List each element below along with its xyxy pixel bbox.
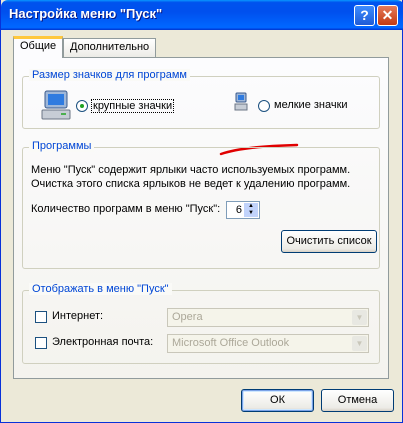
programs-group: Программы Меню "Пуск" содержит ярлыки ча… (22, 140, 380, 269)
internet-browser-select[interactable]: Opera ▼ (167, 308, 369, 327)
tab-advanced[interactable]: Дополнительно (63, 38, 157, 57)
chevron-down-icon[interactable]: ▼ (352, 310, 367, 325)
show-in-menu-group-label: Отображать в меню "Пуск" (29, 283, 172, 295)
icon-size-group: Размер значков для программ крупные знач… (22, 69, 380, 129)
tab-panel-general: Размер значков для программ крупные знач… (13, 57, 389, 379)
title-bar[interactable]: Настройка меню "Пуск" ? ✕ (1, 0, 403, 30)
large-icons-label[interactable]: крупные значки (91, 99, 175, 113)
close-button[interactable]: ✕ (377, 5, 398, 26)
small-computer-icon (234, 92, 248, 111)
internet-label[interactable]: Интернет: (52, 310, 103, 322)
email-client-value: Microsoft Office Outlook (172, 337, 290, 349)
program-count-value[interactable]: 6 (236, 204, 242, 216)
internet-browser-value: Opera (172, 311, 203, 323)
large-computer-icon (41, 90, 71, 120)
window-title: Настройка меню "Пуск" (9, 6, 163, 21)
show-in-menu-group: Отображать в меню "Пуск" Интернет: Opera… (22, 283, 380, 364)
small-icons-radio[interactable] (258, 100, 270, 112)
program-count-label: Количество программ в меню "Пуск": (31, 203, 221, 215)
large-icons-radio[interactable] (76, 100, 88, 112)
dialog-client: Общие Дополнительно Размер значков для п… (5, 30, 398, 419)
programs-description-line-2: Очистка этого списка ярлыков не ведет к … (31, 178, 351, 190)
chevron-down-icon[interactable]: ▼ (352, 336, 367, 351)
email-checkbox[interactable] (35, 337, 47, 349)
small-icons-label[interactable]: мелкие значки (274, 99, 348, 111)
dialog-window: Настройка меню "Пуск" ? ✕ Общие Дополнит… (0, 0, 403, 423)
programs-description-line-1: Меню "Пуск" содержит ярлыки часто исполь… (31, 164, 351, 176)
programs-group-label: Программы (29, 140, 95, 152)
internet-checkbox[interactable] (35, 311, 47, 323)
icon-size-group-label: Размер значков для программ (29, 69, 190, 81)
spinner-down-icon[interactable]: ▼ (244, 210, 258, 217)
email-label[interactable]: Электронная почта: (52, 336, 153, 348)
email-client-select[interactable]: Microsoft Office Outlook ▼ (167, 334, 369, 353)
help-button[interactable]: ? (354, 5, 375, 26)
spinner-up-icon[interactable]: ▲ (244, 203, 258, 210)
clear-list-button[interactable]: Очистить список (281, 230, 377, 253)
cancel-button[interactable]: Отмена (321, 389, 394, 412)
ok-button[interactable]: ОК (241, 389, 314, 412)
tab-general[interactable]: Общие (13, 36, 64, 58)
program-count-spinner[interactable]: 6 ▲ ▼ (226, 201, 260, 219)
